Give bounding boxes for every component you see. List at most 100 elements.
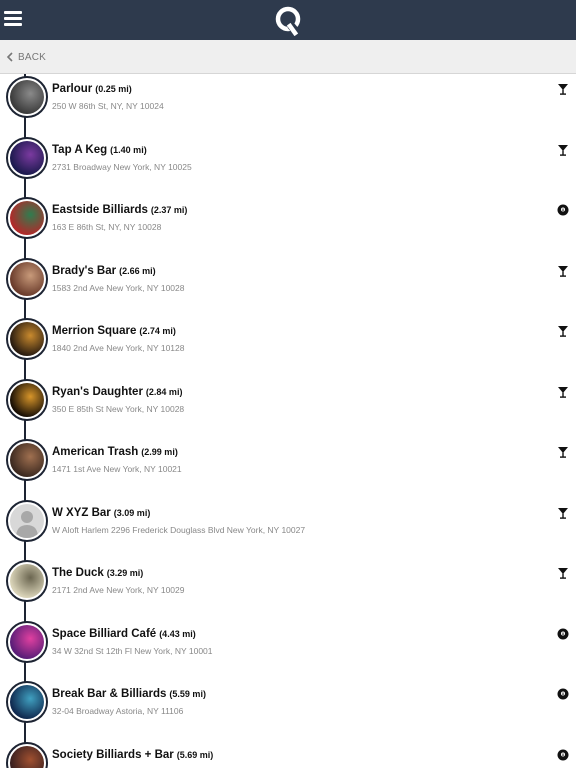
venue-name: Break Bar & Billiards: [52, 688, 167, 700]
venue-distance: (2.66 mi): [119, 265, 156, 276]
venue-address: 2731 Broadway New York, NY 10025: [52, 161, 192, 172]
venue-title: Break Bar & Billiards (5.59 mi): [52, 688, 206, 700]
venue-row[interactable]: Merrion Square (2.74 mi) 1840 2nd Ave New …: [0, 312, 576, 372]
venue-distance: (1.40 mi): [110, 144, 147, 155]
venue-title: Space Billiard Café (4.43 mi): [52, 628, 196, 640]
venue-photo: [6, 318, 48, 360]
venue-name: The Duck: [52, 567, 104, 579]
hamburger-menu-icon[interactable]: [4, 9, 24, 29]
venue-title: Parlour (0.25 mi): [52, 83, 132, 95]
venue-name: Eastside Billiards: [52, 204, 148, 216]
venue-row[interactable]: American Trash (2.99 mi) 1471 1st Ave New …: [0, 433, 576, 493]
venue-address: 32-04 Broadway Astoria, NY 11106: [52, 706, 184, 716]
venue-address: W Aloft Harlem 2296 Frederick Douglass B…: [52, 524, 306, 535]
venue-photo-image: [10, 201, 44, 235]
venue-name: Ryan's Daughter: [52, 385, 143, 398]
venue-distance: (2.99 mi): [141, 447, 178, 457]
venue-title: Ryan's Daughter (2.84 mi): [52, 386, 182, 398]
venue-photo: [6, 257, 48, 300]
back-label: BACK: [18, 51, 47, 63]
venue-title: Tap A Keg (1.40 mi): [52, 144, 147, 156]
venue-name: American Trash: [52, 446, 139, 458]
venue-name: W XYZ Bar: [52, 506, 111, 519]
billiard-ball-icon: 8: [556, 203, 570, 217]
venue-distance: (3.09 mi): [113, 507, 151, 518]
svg-text:8: 8: [562, 631, 564, 635]
venue-row[interactable]: Eastside Billiards (2.37 mi) 163 E 86th St…: [0, 191, 576, 251]
venue-photo: [6, 620, 48, 663]
app-logo-icon[interactable]: [272, 4, 304, 37]
venue-row[interactable]: W XYZ Bar (3.09 mi) W Aloft Harlem 2296 Fr…: [0, 494, 576, 554]
venue-photo: [6, 76, 48, 118]
venue-name: Society Billiards + Bar: [52, 748, 174, 761]
svg-text:8: 8: [562, 752, 564, 756]
venue-photo-image: [10, 685, 44, 719]
venue-photo-image: [10, 745, 44, 768]
cocktail-glass-icon: [556, 143, 570, 157]
venue-distance: (5.59 mi): [169, 689, 206, 699]
venue-photo: [6, 681, 48, 723]
venue-distance: (5.69 mi): [176, 749, 214, 760]
venue-title: Merrion Square (2.74 mi): [52, 325, 176, 337]
venue-row[interactable]: Society Billiards + Bar (5.69 mi) 8: [0, 736, 576, 768]
venue-name: Merrion Square: [52, 325, 137, 337]
billiard-ball-icon: 8: [556, 748, 570, 762]
venue-title: Society Billiards + Bar (5.69 mi): [52, 749, 213, 761]
venue-distance: (2.74 mi): [139, 326, 176, 336]
venue-photo-image: [10, 564, 44, 598]
venue-row[interactable]: Space Billiard Café (4.43 mi) 34 W 32nd St…: [0, 615, 576, 675]
venue-row[interactable]: Brady's Bar (2.66 mi) 1583 2nd Ave New Yor…: [0, 252, 576, 312]
venue-distance: (3.29 mi): [106, 568, 144, 578]
venue-address: 1471 1st Ave New York, NY 10021: [52, 464, 182, 474]
venue-name: Parlour: [52, 83, 93, 95]
venue-address: 250 W 86th St, NY, NY 10024: [52, 101, 164, 111]
cocktail-glass-icon: [556, 506, 570, 520]
venue-photo-image: [10, 140, 44, 175]
venue-title: W XYZ Bar (3.09 mi): [52, 507, 150, 519]
venue-photo: [6, 499, 48, 542]
venue-photo: [6, 439, 48, 481]
chevron-left-icon: [6, 52, 13, 62]
venue-row[interactable]: Ryan's Daughter (2.84 mi) 350 E 85th St Ne…: [0, 373, 576, 433]
venue-address: 1840 2nd Ave New York, NY 10128: [52, 343, 185, 353]
venue-photo: [6, 136, 48, 179]
top-navigation-bar: [0, 0, 576, 40]
venue-row[interactable]: Break Bar & Billiards (5.59 mi) 32-04 Broa…: [0, 675, 576, 735]
billiard-ball-icon: 8: [556, 687, 570, 701]
billiard-ball-icon: 8: [556, 627, 570, 641]
cocktail-glass-icon: [556, 385, 570, 399]
back-navigation-bar: BACK: [0, 40, 576, 74]
cocktail-glass-icon: [556, 445, 570, 459]
venue-address: 350 E 85th St New York, NY 10028: [52, 403, 185, 414]
venue-photo-image: [10, 80, 44, 114]
venue-distance: (0.25 mi): [95, 84, 132, 94]
venue-address: 34 W 32nd St 12th Fl New York, NY 10001: [52, 645, 213, 656]
venue-photo-image: [10, 443, 44, 477]
venue-photo: [6, 197, 48, 239]
venue-photo: [6, 378, 48, 421]
venue-row[interactable]: The Duck (3.29 mi) 2171 2nd Ave New York, …: [0, 554, 576, 614]
venue-photo: [6, 560, 48, 602]
svg-text:8: 8: [562, 692, 564, 696]
venue-address: 163 E 86th St, NY, NY 10028: [52, 222, 162, 232]
cocktail-glass-icon: [556, 82, 570, 96]
venue-photo-image: [10, 322, 44, 356]
venue-photo: [6, 741, 48, 768]
venue-distance: (4.43 mi): [159, 628, 196, 639]
venue-title: American Trash (2.99 mi): [52, 446, 178, 458]
venue-row[interactable]: Tap A Keg (1.40 mi) 2731 Broadway New York…: [0, 131, 576, 191]
venue-photo-image: [10, 261, 44, 296]
venue-address: 2171 2nd Ave New York, NY 10029: [52, 585, 185, 595]
back-button[interactable]: BACK: [6, 50, 46, 64]
cocktail-glass-icon: [556, 566, 570, 580]
venue-name: Tap A Keg: [52, 143, 108, 156]
venue-address: 1583 2nd Ave New York, NY 10028: [52, 282, 185, 293]
venue-photo-image: [10, 382, 44, 417]
venue-title: Brady's Bar (2.66 mi): [52, 265, 156, 277]
venue-row[interactable]: Parlour (0.25 mi) 250 W 86th St, NY, NY 10…: [0, 74, 576, 130]
svg-text:8: 8: [562, 208, 564, 212]
cocktail-glass-icon: [556, 264, 570, 278]
venue-title: The Duck (3.29 mi): [52, 567, 143, 579]
cocktail-glass-icon: [556, 324, 570, 338]
avatar-placeholder-icon: [10, 503, 44, 538]
